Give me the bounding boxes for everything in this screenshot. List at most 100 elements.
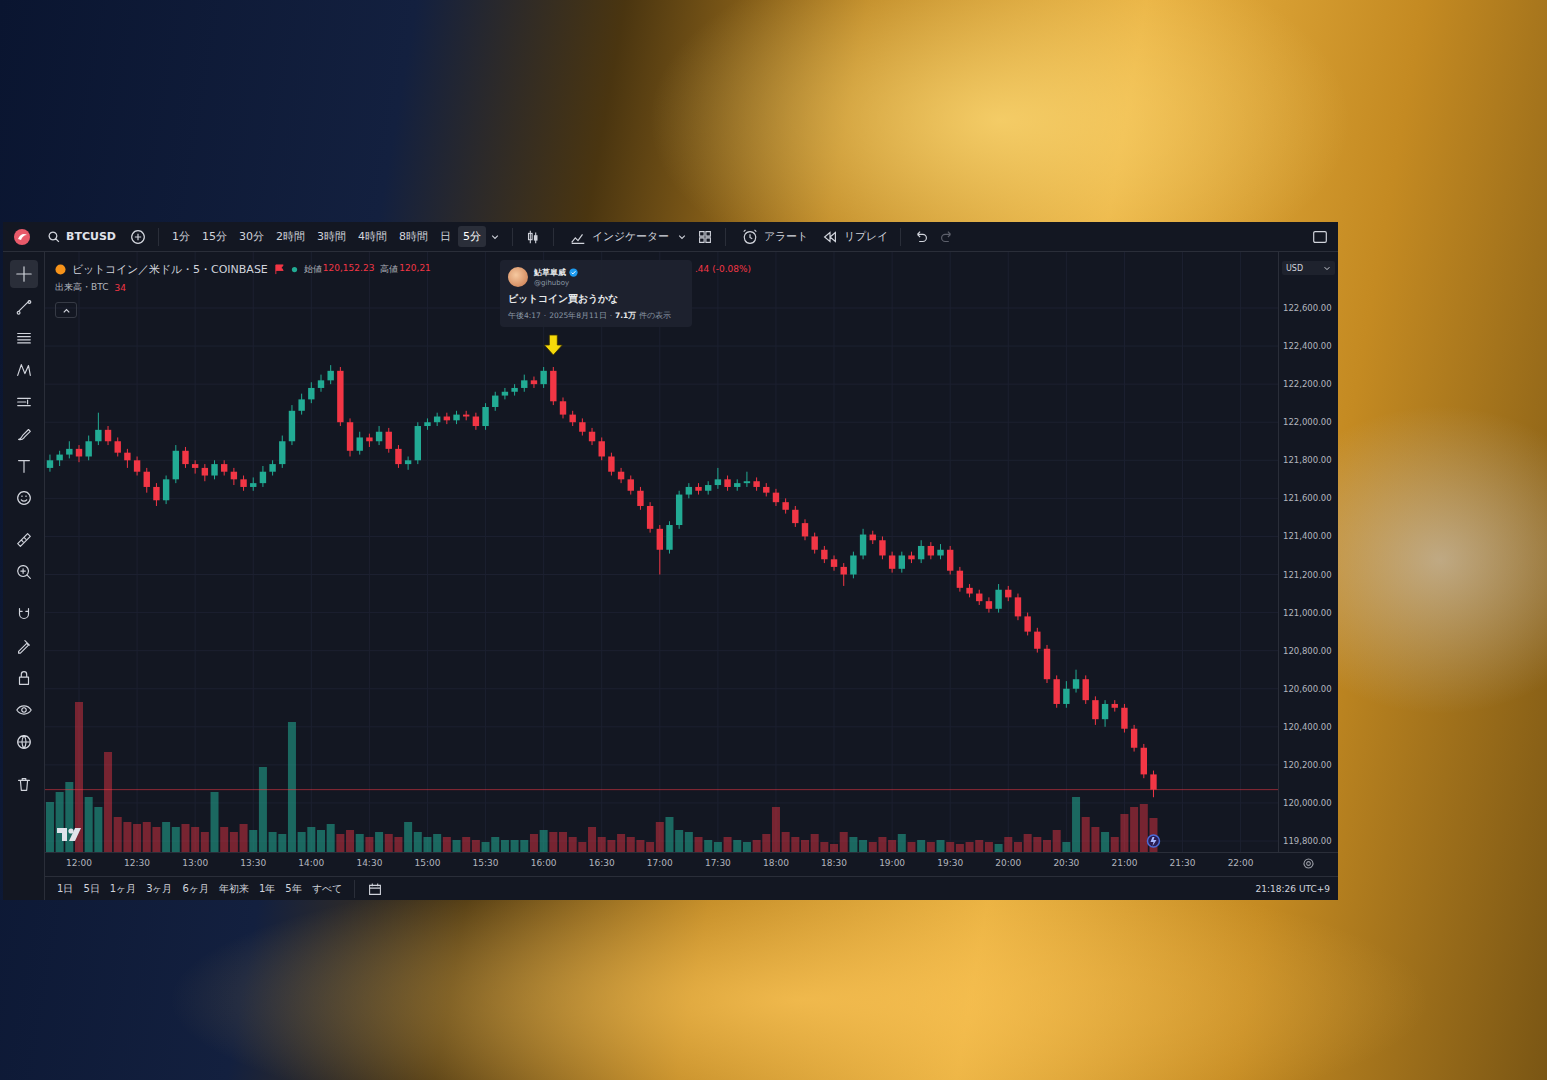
volume-bar — [782, 832, 790, 852]
candle — [550, 367, 556, 405]
candlestick-icon[interactable] — [521, 228, 545, 246]
event-icon[interactable] — [1147, 835, 1159, 847]
volume-bar — [520, 840, 528, 852]
volume-bar — [220, 827, 228, 852]
legend-collapse-button[interactable] — [55, 302, 77, 318]
price-tick: 122,200.00 — [1283, 378, 1332, 390]
drawing-tool[interactable] — [10, 484, 38, 512]
range-button[interactable]: 1日 — [53, 880, 77, 898]
chevron-down-icon[interactable] — [488, 230, 502, 244]
interval-button[interactable]: 4時間 — [353, 226, 392, 247]
range-button[interactable]: すべて — [308, 880, 346, 898]
redo-icon[interactable] — [935, 228, 959, 246]
drawing-tool[interactable] — [10, 728, 38, 756]
grid-line — [45, 460, 1278, 461]
currency-selector[interactable]: USD — [1282, 261, 1335, 275]
time-tick: 15:00 — [415, 858, 441, 868]
volume-bar — [462, 837, 470, 852]
volume-bar — [540, 830, 548, 852]
range-button[interactable]: 5日 — [79, 880, 103, 898]
candle — [792, 506, 798, 527]
flag-icon[interactable] — [274, 264, 285, 275]
price-axis[interactable]: USD122,600.00122,400.00122,200.00122,000… — [1278, 252, 1338, 852]
alert-button[interactable]: アラート — [734, 228, 812, 246]
range-button[interactable]: 6ヶ月 — [179, 880, 213, 898]
drawing-tool[interactable] — [10, 388, 38, 416]
volume-bar — [733, 840, 741, 852]
chevron-down-icon[interactable] — [675, 230, 689, 244]
range-bar: 1日5日1ヶ月3ヶ月6ヶ月年初来1年5年すべて 21:18:26 UTC+9 — [45, 876, 1338, 900]
symbol-title[interactable]: ビットコイン／米ドル・5・COINBASE — [72, 262, 268, 277]
add-symbol-icon[interactable] — [126, 228, 150, 246]
trend-line-icon — [15, 297, 33, 315]
volume-bar — [1024, 834, 1032, 852]
gear-icon[interactable] — [1301, 856, 1316, 871]
candle — [966, 584, 972, 597]
grid-line — [1240, 252, 1241, 852]
drawing-tool[interactable] — [10, 696, 38, 724]
range-button[interactable]: 1ヶ月 — [106, 880, 140, 898]
time-tick: 15:30 — [473, 858, 499, 868]
range-button[interactable]: 3ヶ月 — [142, 880, 176, 898]
volume-bar — [811, 834, 819, 852]
crosshair-icon — [15, 265, 33, 283]
layout-grid-icon[interactable] — [693, 228, 717, 246]
volume-bar — [162, 822, 170, 852]
interval-button[interactable]: 1分 — [167, 226, 195, 247]
time-axis[interactable]: 12:0012:3013:0013:3014:0014:3015:0015:30… — [45, 852, 1338, 876]
undo-icon[interactable] — [909, 228, 933, 246]
range-button[interactable]: 年初来 — [215, 880, 253, 898]
drawing-tool[interactable] — [10, 420, 38, 448]
drawing-tool[interactable] — [10, 664, 38, 692]
logo-icon[interactable] — [9, 227, 35, 247]
volume-bar — [1082, 817, 1090, 852]
replay-button[interactable]: リプレイ — [814, 228, 892, 246]
candle — [763, 483, 769, 496]
drawing-tool[interactable] — [10, 600, 38, 628]
interval-button[interactable]: 3時間 — [312, 226, 351, 247]
search-icon — [47, 230, 61, 244]
drawing-tool[interactable] — [10, 632, 38, 660]
volume-bar — [491, 837, 499, 852]
grid-line — [45, 764, 1278, 765]
volume-bar — [211, 792, 219, 852]
candle — [115, 437, 121, 456]
candle — [1053, 675, 1059, 707]
volume-bar — [714, 842, 722, 852]
drawing-tool[interactable] — [10, 356, 38, 384]
drawing-tool[interactable] — [10, 324, 38, 352]
volume-bar — [549, 832, 557, 852]
drawing-tool[interactable] — [10, 558, 38, 586]
drawing-tool[interactable] — [10, 292, 38, 320]
volume-bar — [240, 824, 248, 852]
drawing-tool[interactable] — [10, 260, 38, 288]
interval-button[interactable]: 15分 — [197, 226, 232, 247]
price-chart[interactable]: ビットコイン／米ドル・5・COINBASE始値120,152.23高値120,2… — [45, 252, 1278, 852]
range-button[interactable]: 1年 — [255, 880, 279, 898]
indicators-button[interactable]: インジケーター — [562, 228, 673, 246]
volume-bar — [898, 834, 906, 852]
magnet-icon — [15, 605, 33, 623]
volume-bar — [172, 827, 180, 852]
candle — [124, 449, 130, 468]
candle — [637, 487, 643, 510]
symbol-search[interactable]: BTCUSD — [43, 230, 124, 244]
calendar-icon[interactable] — [363, 880, 387, 898]
interval-button[interactable]: 5分 — [458, 226, 486, 247]
clock[interactable]: 21:18:26 UTC+9 — [1256, 884, 1330, 894]
grid-line — [427, 252, 428, 852]
time-tick: 20:30 — [1053, 858, 1079, 868]
interval-button[interactable]: 8時間 — [394, 226, 433, 247]
tweet-card[interactable]: 鮎草皐威@gihuboyビットコイン買おうかな午後4:17·2025年8月11日… — [500, 260, 692, 327]
interval-button[interactable]: 日 — [435, 226, 456, 247]
interval-button[interactable]: 2時間 — [271, 226, 310, 247]
change-value: .44 (-0.08%) — [695, 264, 751, 274]
separator — [158, 228, 159, 246]
interval-button[interactable]: 30分 — [234, 226, 269, 247]
drawing-tool[interactable] — [10, 526, 38, 554]
range-button[interactable]: 5年 — [281, 880, 305, 898]
separator — [900, 228, 901, 246]
drawing-tool[interactable] — [10, 770, 38, 798]
drawing-tool[interactable] — [10, 452, 38, 480]
fullscreen-icon[interactable] — [1308, 228, 1332, 246]
